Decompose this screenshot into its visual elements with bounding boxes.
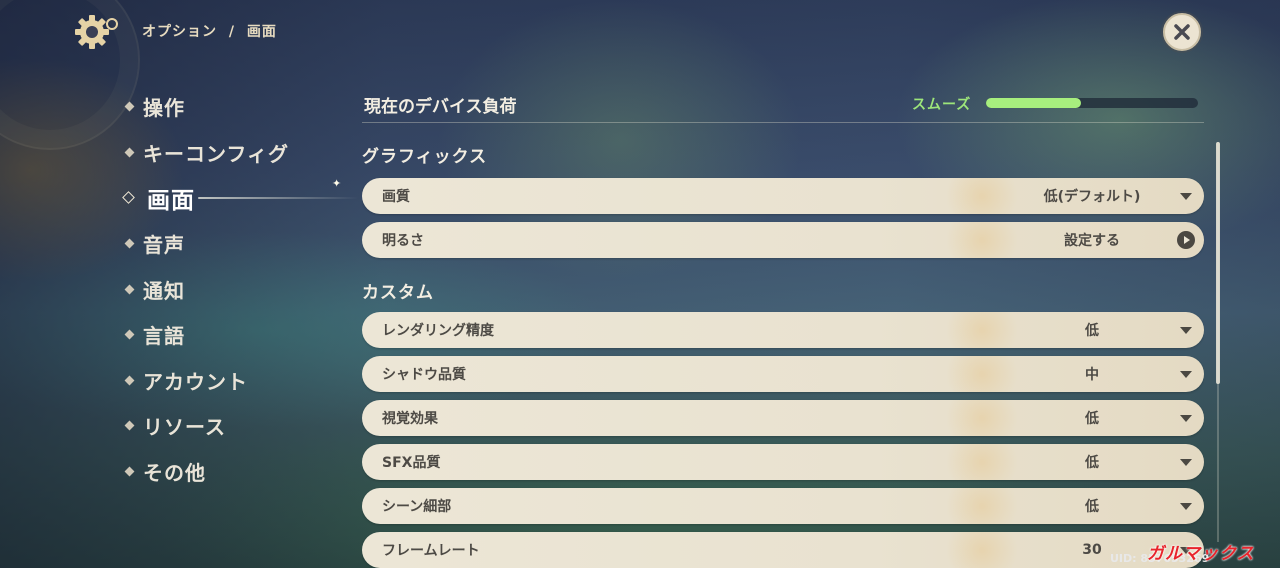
setting-row-sfx-quality[interactable]: SFX品質 低 [362, 444, 1204, 480]
bullet-icon [124, 375, 135, 386]
setting-label: SFX品質 [382, 455, 441, 471]
setting-value: 低 [1085, 411, 1099, 427]
sparkle-icon: ✦ [332, 177, 343, 191]
section-title-custom: カスタム [362, 283, 434, 303]
setting-row-brightness[interactable]: 明るさ 設定する [362, 222, 1204, 258]
setting-value: 低 [1085, 455, 1099, 471]
active-bullet-icon [122, 191, 135, 205]
setting-label: シーン細部 [382, 499, 452, 515]
setting-row-render-resolution[interactable]: レンダリング精度 低 [362, 312, 1204, 348]
device-load-label: 現在のデバイス負荷 [364, 97, 517, 117]
sidebar-item-account[interactable]: アカウント [118, 358, 358, 404]
setting-value: 低(デフォルト) [1043, 189, 1141, 205]
bullet-icon [124, 421, 135, 431]
breadcrumb-current: 画面 [246, 24, 277, 40]
chevron-down-icon [1180, 415, 1192, 422]
sidebar-item-controls[interactable]: 操作 [118, 84, 358, 130]
sidebar-item-label: リソース [143, 415, 226, 440]
sidebar-item-other[interactable]: その他 [118, 449, 358, 495]
chevron-down-icon [1180, 371, 1192, 378]
setting-row-frame-rate[interactable]: フレームレート 30 [362, 532, 1204, 568]
sidebar-item-audio[interactable]: 音声 [118, 221, 358, 267]
setting-label: 視覚効果 [382, 411, 438, 427]
setting-label: 画質 [382, 189, 410, 205]
close-button[interactable] [1163, 13, 1201, 51]
sidebar-item-label: 操作 [143, 96, 185, 121]
setting-label: フレームレート [382, 543, 480, 559]
device-load-row: 現在のデバイス負荷 スムーズ [362, 84, 1204, 123]
setting-row-scene-detail[interactable]: シーン細部 低 [362, 488, 1204, 524]
sidebar-item-label: その他 [143, 461, 206, 486]
setting-label: シャドウ品質 [382, 367, 466, 383]
arrow-right-icon [1177, 231, 1195, 249]
breadcrumb-root[interactable]: オプション [142, 24, 217, 40]
sidebar-item-label: 画面 [147, 187, 195, 214]
bullet-icon [124, 238, 135, 249]
chevron-down-icon [1180, 193, 1192, 200]
sidebar-item-resources[interactable]: リソース [118, 403, 358, 449]
bullet-icon [124, 466, 135, 477]
setting-value: 設定する [1064, 233, 1120, 249]
setting-label: 明るさ [382, 233, 424, 249]
header: オプション / 画面 [0, 0, 1280, 64]
chevron-down-icon [1180, 459, 1192, 466]
bullet-icon [124, 101, 135, 112]
bullet-icon [124, 147, 135, 158]
setting-value: 低 [1085, 499, 1099, 515]
sidebar-item-label: 言語 [143, 324, 185, 349]
sidebar-item-label: 通知 [143, 278, 185, 303]
device-load-status: スムーズ [912, 97, 972, 113]
section-title-graphics: グラフィックス [362, 147, 488, 167]
divider [362, 122, 1204, 123]
watermark-logo: ガルマックス [1147, 544, 1255, 564]
setting-row-graphics-quality[interactable]: 画質 低(デフォルト) [362, 178, 1204, 214]
sidebar: 操作 キーコンフィグ 画面 ✦ 音声 通知 言語 アカウント リソース その他 [118, 84, 358, 494]
chevron-down-icon [1180, 503, 1192, 510]
settings-panel: 現在のデバイス負荷 スムーズ グラフィックス 画質 低(デフォルト) 明るさ 設… [362, 84, 1204, 568]
scrollbar-thumb[interactable] [1216, 142, 1220, 384]
sidebar-item-notifications[interactable]: 通知 [118, 266, 358, 312]
device-load-fill [986, 98, 1082, 108]
breadcrumb: オプション / 画面 [142, 21, 277, 41]
breadcrumb-separator: / [228, 24, 235, 40]
sidebar-item-language[interactable]: 言語 [118, 312, 358, 358]
sidebar-item-display[interactable]: 画面 ✦ [118, 175, 358, 221]
setting-row-visual-effects[interactable]: 視覚効果 低 [362, 400, 1204, 436]
chevron-down-icon [1180, 327, 1192, 334]
sidebar-item-label: アカウント [143, 369, 248, 394]
close-icon [1174, 24, 1190, 40]
setting-row-shadow-quality[interactable]: シャドウ品質 中 [362, 356, 1204, 392]
setting-label: レンダリング精度 [382, 323, 494, 339]
setting-value: 低 [1085, 323, 1099, 339]
bullet-icon [124, 329, 135, 340]
bullet-icon [124, 284, 135, 295]
sidebar-item-label: キーコンフィグ [143, 141, 289, 166]
device-load-bar [986, 98, 1198, 108]
setting-value: 中 [1085, 367, 1099, 383]
sidebar-item-label: 音声 [143, 233, 185, 258]
sidebar-item-key-config[interactable]: キーコンフィグ [118, 130, 358, 176]
gear-icon [75, 15, 118, 49]
